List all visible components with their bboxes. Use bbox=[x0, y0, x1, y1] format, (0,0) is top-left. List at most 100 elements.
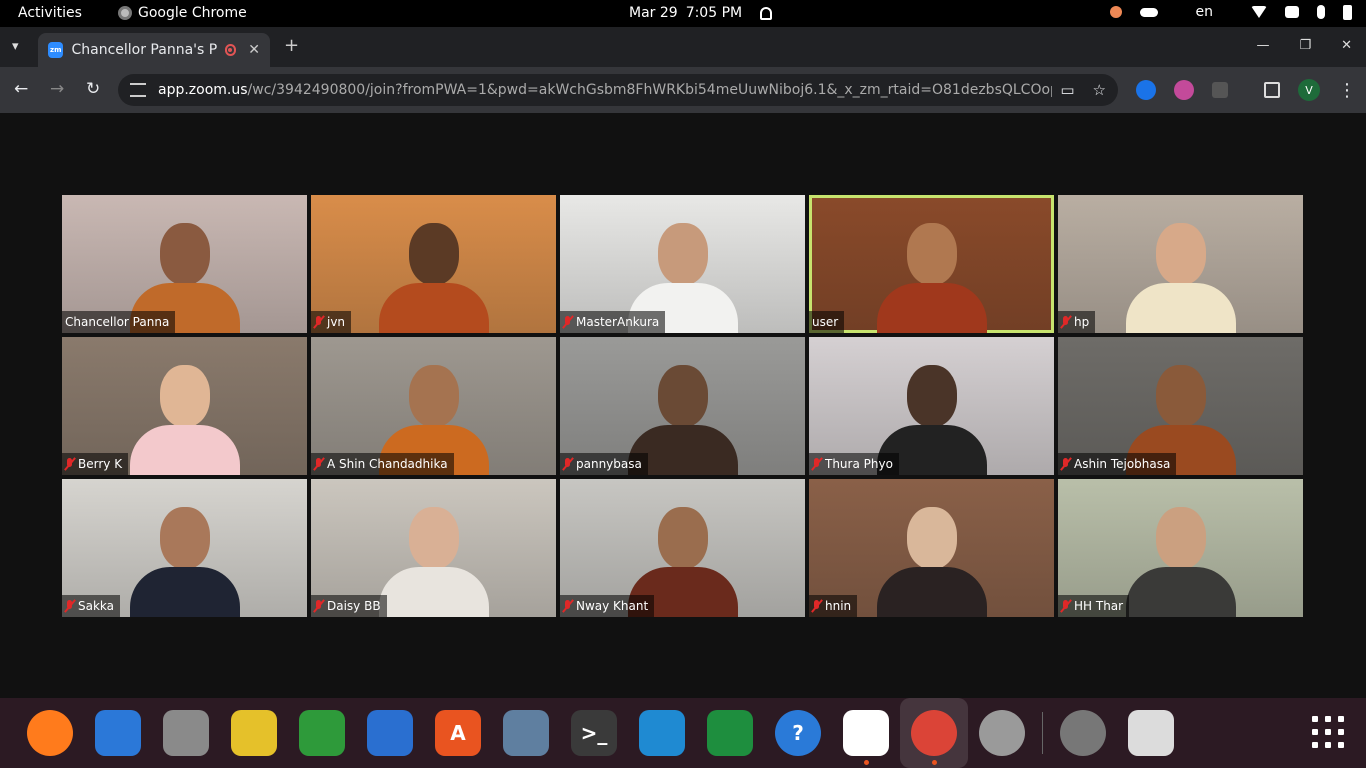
system-top-bar: Activities Google Chrome Mar 29 7:05 PM … bbox=[0, 0, 1366, 27]
zoom-favicon-icon: zm bbox=[48, 42, 64, 58]
muted-microphone-icon bbox=[314, 316, 324, 328]
participant-name: Sakka bbox=[78, 599, 115, 613]
participant-tile[interactable]: Thura Phyo bbox=[809, 337, 1054, 475]
profile-avatar[interactable]: V bbox=[1298, 79, 1320, 101]
participant-tile[interactable]: Chancellor Panna bbox=[62, 195, 307, 333]
forward-icon[interactable]: → bbox=[50, 79, 64, 99]
dock-item[interactable] bbox=[1049, 698, 1117, 768]
extension-2-icon[interactable] bbox=[1174, 80, 1194, 100]
software-icon: A bbox=[435, 710, 481, 756]
side-panel-icon[interactable] bbox=[1264, 82, 1280, 98]
extension-1-icon[interactable] bbox=[1136, 80, 1156, 100]
slack-tray-icon[interactable] bbox=[1109, 6, 1122, 18]
participant-tile[interactable]: Ashin Tejobhasa bbox=[1058, 337, 1303, 475]
reload-icon[interactable]: ↻ bbox=[86, 79, 100, 99]
thunderbird-icon bbox=[95, 710, 141, 756]
dock-item[interactable] bbox=[356, 698, 424, 768]
dock-item[interactable]: >_ bbox=[560, 698, 628, 768]
maximize-icon[interactable]: ❐ bbox=[1299, 38, 1311, 53]
dock-item[interactable] bbox=[900, 698, 968, 768]
participant-name: hnin bbox=[825, 599, 852, 613]
participant-name-label: Berry K bbox=[62, 453, 129, 475]
dock-item[interactable]: A bbox=[424, 698, 492, 768]
wifi-icon[interactable] bbox=[1251, 6, 1267, 18]
dock-item[interactable]: ? bbox=[764, 698, 832, 768]
participant-tile[interactable]: A Shin Chandadhika bbox=[311, 337, 556, 475]
participant-head bbox=[408, 507, 459, 569]
muted-microphone-icon bbox=[563, 600, 573, 612]
extensions-puzzle-icon[interactable] bbox=[1212, 82, 1228, 98]
dock-item[interactable] bbox=[1117, 698, 1185, 768]
dock-item[interactable] bbox=[220, 698, 288, 768]
dock-item[interactable] bbox=[288, 698, 356, 768]
microphone-icon[interactable] bbox=[1317, 5, 1325, 19]
minimize-icon[interactable]: — bbox=[1256, 38, 1269, 53]
dock-item[interactable] bbox=[832, 698, 900, 768]
participant-tile[interactable]: hnin bbox=[809, 479, 1054, 617]
cloud-icon[interactable] bbox=[1139, 7, 1158, 17]
participant-head bbox=[906, 223, 957, 285]
participant-tile[interactable]: MasterAnkura bbox=[560, 195, 805, 333]
participant-tile[interactable]: pannybasa bbox=[560, 337, 805, 475]
participant-tile[interactable]: Daisy BB bbox=[311, 479, 556, 617]
writer-icon bbox=[367, 710, 413, 756]
activities-button[interactable]: Activities bbox=[18, 5, 82, 21]
camera-in-use-icon[interactable]: ▭ bbox=[1060, 81, 1074, 99]
clock-date: Mar 29 bbox=[629, 5, 678, 21]
back-icon[interactable]: ← bbox=[14, 79, 28, 99]
participant-video bbox=[1125, 497, 1236, 617]
language-indicator[interactable]: en bbox=[1196, 4, 1214, 20]
address-bar[interactable]: app.zoom.us/wc/3942490800/join?fromPWA=1… bbox=[118, 74, 1118, 106]
dock-item[interactable] bbox=[84, 698, 152, 768]
dock-item[interactable] bbox=[628, 698, 696, 768]
battery-icon[interactable] bbox=[1343, 4, 1352, 20]
site-info-icon[interactable] bbox=[130, 83, 146, 97]
participant-tile[interactable]: Sakka bbox=[62, 479, 307, 617]
participant-tile[interactable]: hp bbox=[1058, 195, 1303, 333]
calc-icon bbox=[299, 710, 345, 756]
clock[interactable]: Mar 29 7:05 PM bbox=[629, 5, 773, 21]
participant-name-label: Nway Khant bbox=[560, 595, 655, 617]
participant-head bbox=[657, 365, 708, 427]
help-icon: ? bbox=[775, 710, 821, 756]
participant-head bbox=[906, 365, 957, 427]
participant-name-label: hp bbox=[1058, 311, 1096, 333]
chrome-menu-icon[interactable]: ⋮ bbox=[1338, 80, 1356, 101]
muted-microphone-icon bbox=[563, 316, 573, 328]
participant-video bbox=[876, 213, 987, 333]
url-text[interactable]: app.zoom.us/wc/3942490800/join?fromPWA=1… bbox=[158, 82, 1052, 98]
participant-head bbox=[657, 507, 708, 569]
firefox-icon bbox=[27, 710, 73, 756]
participant-tile[interactable]: user bbox=[809, 195, 1054, 333]
running-indicator bbox=[932, 760, 937, 765]
participant-tile[interactable]: HH Thar bbox=[1058, 479, 1303, 617]
app-menu[interactable]: Google Chrome bbox=[118, 5, 247, 21]
bookmark-star-icon[interactable]: ☆ bbox=[1093, 81, 1106, 99]
dock-item[interactable] bbox=[16, 698, 84, 768]
participant-name: user bbox=[812, 315, 839, 329]
dock-item[interactable] bbox=[696, 698, 764, 768]
participant-head bbox=[408, 365, 459, 427]
system-tray[interactable]: en bbox=[1109, 4, 1352, 20]
tab-zoom-meeting[interactable]: zm Chancellor Panna's Pe ✕ bbox=[38, 33, 270, 67]
participant-tile[interactable]: jvn bbox=[311, 195, 556, 333]
ubuntu-dock: A >_? bbox=[0, 698, 1366, 768]
tab-search-icon[interactable]: ▾ bbox=[12, 39, 19, 54]
participant-head bbox=[1155, 507, 1206, 569]
participant-name-label: user bbox=[809, 311, 845, 333]
close-tab-icon[interactable]: ✕ bbox=[248, 42, 260, 58]
participant-tile[interactable]: Nway Khant bbox=[560, 479, 805, 617]
volume-icon[interactable] bbox=[1285, 6, 1299, 18]
extensions-area: V ⋮ bbox=[1136, 79, 1356, 101]
close-window-icon[interactable]: ✕ bbox=[1341, 38, 1352, 53]
dock-item[interactable] bbox=[968, 698, 1036, 768]
dock-item[interactable] bbox=[492, 698, 560, 768]
show-applications-icon[interactable] bbox=[1312, 716, 1344, 748]
participant-tile[interactable]: Berry K bbox=[62, 337, 307, 475]
window-controls: — ❐ ✕ bbox=[1256, 38, 1352, 53]
participant-name: Berry K bbox=[78, 457, 123, 471]
dock-item[interactable] bbox=[152, 698, 220, 768]
participant-head bbox=[159, 365, 210, 427]
chrome-icon bbox=[911, 710, 957, 756]
new-tab-button[interactable]: + bbox=[284, 35, 299, 56]
